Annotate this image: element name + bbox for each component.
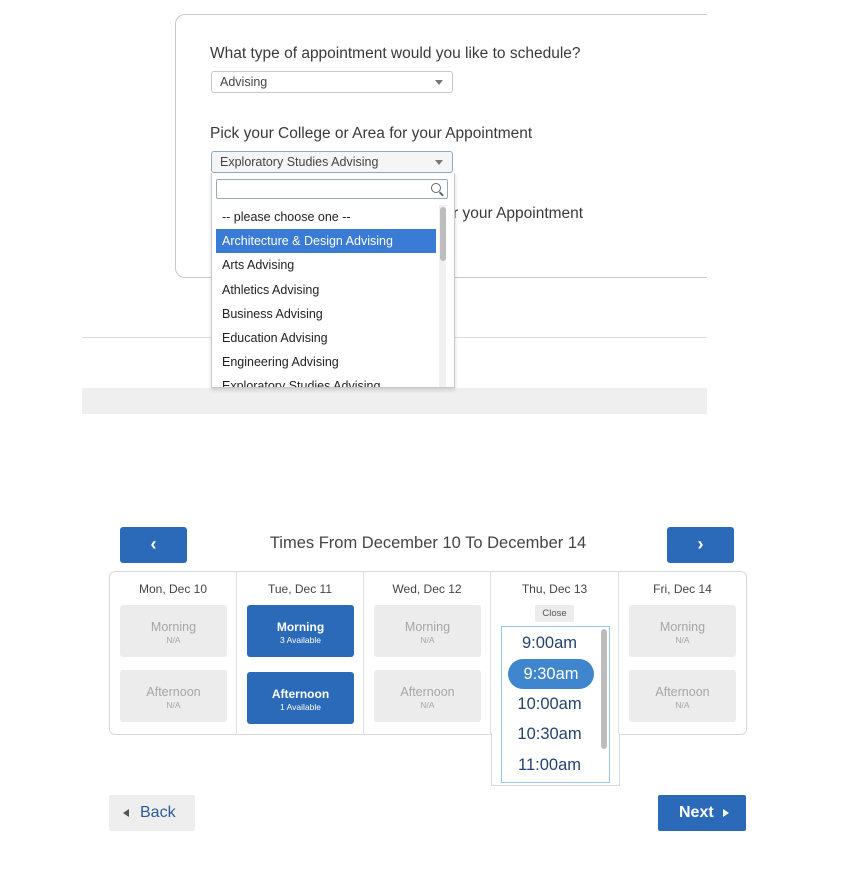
time-list-scrollbar[interactable] <box>601 629 607 749</box>
back-label: Back <box>140 804 176 821</box>
dropdown-option[interactable]: Education Advising <box>216 326 436 350</box>
slot-title: Morning <box>659 620 706 634</box>
morning-slot: Morning N/A <box>374 605 481 657</box>
time-option[interactable]: 10:00am <box>502 695 597 714</box>
day-header: Tue, Dec 11 <box>267 582 333 596</box>
next-week-button[interactable]: › <box>667 527 734 563</box>
slot-availability: N/A <box>420 635 435 645</box>
day-column-fri: Fri, Dec 14 Morning N/A Afternoon N/A <box>619 572 746 734</box>
afternoon-slot: Afternoon N/A <box>374 670 481 722</box>
dropdown-search-input[interactable] <box>216 179 448 199</box>
dropdown-option-selected[interactable]: Architecture & Design Advising <box>216 229 436 254</box>
search-icon <box>431 183 441 193</box>
dropdown-options-list: -- please choose one -- Architecture & D… <box>216 205 436 387</box>
slot-title: Afternoon <box>271 687 330 701</box>
appointment-type-select[interactable]: Advising <box>211 71 453 93</box>
college-area-label: Pick your College or Area for your Appoi… <box>210 125 533 142</box>
dropdown-option[interactable]: Athletics Advising <box>216 278 436 302</box>
time-option[interactable]: 11:00am <box>502 756 597 775</box>
appointment-type-label: What type of appointment would you like … <box>210 45 581 62</box>
day-header: Wed, Dec 12 <box>392 582 462 596</box>
afternoon-slot: Afternoon N/A <box>629 670 736 722</box>
dropdown-option[interactable]: -- please choose one -- <box>216 205 436 229</box>
day-column-tue: Tue, Dec 11 Morning 3 Available Afternoo… <box>237 572 364 734</box>
slot-title: Afternoon <box>400 685 455 699</box>
slot-title: Afternoon <box>146 685 201 699</box>
calendar-title: Times From December 10 To December 14 <box>269 534 587 552</box>
slot-availability: 1 Available <box>280 702 321 712</box>
appointment-type-value: Advising <box>220 75 268 89</box>
afternoon-slot: Afternoon N/A <box>120 670 227 722</box>
chevron-down-icon <box>435 80 443 85</box>
college-area-dropdown: -- please choose one -- Architecture & D… <box>211 173 455 388</box>
slot-availability: N/A <box>166 635 181 645</box>
close-times-button[interactable]: Close <box>535 605 574 622</box>
dropdown-option[interactable]: Exploratory Studies Advising <box>216 374 436 387</box>
slot-availability: N/A <box>420 700 435 710</box>
caret-right-icon <box>723 809 729 817</box>
slot-availability: N/A <box>675 635 690 645</box>
time-option[interactable]: 10:30am <box>502 725 597 744</box>
dropdown-option[interactable]: Business Advising <box>216 302 436 326</box>
slot-title: Morning <box>276 620 325 634</box>
college-area-select[interactable]: Exploratory Studies Advising <box>211 151 453 173</box>
dropdown-option[interactable]: Arts Advising <box>216 253 436 277</box>
day-header: Fri, Dec 14 <box>653 582 712 596</box>
day-column-wed: Wed, Dec 12 Morning N/A Afternoon N/A <box>364 572 491 734</box>
time-option-selected[interactable]: 9:30am <box>508 659 594 689</box>
caret-left-icon <box>123 809 129 817</box>
slot-title: Morning <box>150 620 197 634</box>
day-column-mon: Mon, Dec 10 Morning N/A Afternoon N/A <box>110 572 237 734</box>
next-label: Next <box>679 804 714 821</box>
slot-title: Morning <box>404 620 451 634</box>
slot-availability: N/A <box>675 700 690 710</box>
time-list: 9:00am 9:30am 10:00am 10:30am 11:00am <box>501 626 610 783</box>
footer-band <box>82 388 707 414</box>
day-header: Mon, Dec 10 <box>138 582 208 596</box>
college-area-value: Exploratory Studies Advising <box>220 155 379 169</box>
calendar-grid: Mon, Dec 10 Morning N/A Afternoon N/A Tu… <box>109 571 747 735</box>
slot-availability: N/A <box>166 700 181 710</box>
prev-week-button[interactable]: ‹ <box>120 527 187 563</box>
next-button[interactable]: Next <box>658 795 746 831</box>
morning-slot: Morning N/A <box>120 605 227 657</box>
slot-title: Afternoon <box>655 685 710 699</box>
back-button[interactable]: Back <box>109 795 195 831</box>
chevron-right-icon: › <box>697 534 704 554</box>
dropdown-option[interactable]: Engineering Advising <box>216 350 436 374</box>
chevron-down-icon <box>435 160 443 165</box>
day-header: Thu, Dec 13 <box>521 582 588 596</box>
third-question-label: r your Appointment <box>453 205 584 222</box>
dropdown-scrollbar-thumb[interactable] <box>440 207 446 261</box>
time-option[interactable]: 9:00am <box>502 634 597 653</box>
morning-slot: Morning N/A <box>629 605 736 657</box>
slot-availability: 3 Available <box>280 635 321 645</box>
chevron-left-icon: ‹ <box>150 534 157 554</box>
afternoon-slot[interactable]: Afternoon 1 Available <box>247 672 354 724</box>
morning-slot[interactable]: Morning 3 Available <box>247 605 354 657</box>
